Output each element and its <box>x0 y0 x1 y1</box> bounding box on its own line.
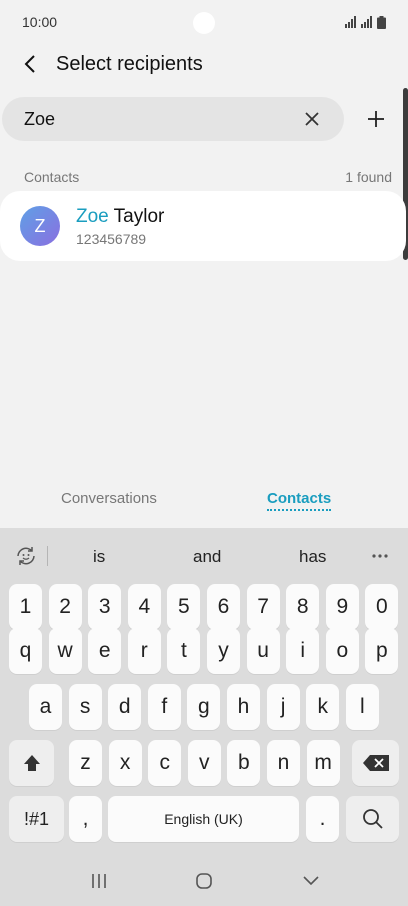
keyboard: is and has !#1 , English (UK) . 12345678… <box>0 528 408 906</box>
key-s[interactable]: s <box>68 684 102 730</box>
contact-name: Zoe Taylor <box>76 205 164 229</box>
home-button[interactable] <box>189 868 219 894</box>
key-p[interactable]: p <box>365 628 399 674</box>
key-z[interactable]: z <box>69 740 102 786</box>
key-5[interactable]: 5 <box>167 584 201 630</box>
key-m[interactable]: m <box>306 740 340 786</box>
status-time: 10:00 <box>22 14 58 30</box>
key-7[interactable]: 7 <box>246 584 280 630</box>
key-o[interactable]: o <box>325 628 359 674</box>
more-dots-icon <box>372 554 388 558</box>
back-arrow-icon <box>24 55 35 73</box>
clear-search-button[interactable] <box>300 107 324 131</box>
key-8[interactable]: 8 <box>286 584 320 630</box>
section-label: Contacts <box>24 169 80 185</box>
key-i[interactable]: i <box>286 628 320 674</box>
signal-icon <box>345 16 356 28</box>
close-icon <box>305 112 319 126</box>
avatar: Z <box>20 206 60 246</box>
key-w[interactable]: w <box>48 628 82 674</box>
search-row <box>0 97 408 141</box>
bottom-tabs: Conversations Contacts <box>0 482 408 522</box>
recent-apps-button[interactable] <box>84 868 114 894</box>
back-button[interactable] <box>10 44 50 84</box>
comma-key[interactable]: , <box>69 796 102 842</box>
contact-text: Zoe Taylor 123456789 <box>76 205 164 247</box>
shift-arrow-icon <box>23 755 40 771</box>
backspace-key[interactable] <box>352 740 399 786</box>
shift-key[interactable] <box>9 740 54 786</box>
contacts-section-header: Contacts 1 found <box>24 167 392 187</box>
suggestion-divider <box>47 546 48 566</box>
key-4[interactable]: 4 <box>127 584 161 630</box>
key-b[interactable]: b <box>227 740 261 786</box>
period-key[interactable]: . <box>306 796 339 842</box>
search-input[interactable] <box>24 108 284 130</box>
camera-cutout <box>193 12 215 34</box>
key-k[interactable]: k <box>306 684 340 730</box>
key-t[interactable]: t <box>167 628 201 674</box>
system-nav-bar <box>0 856 408 906</box>
app-header: Select recipients <box>0 44 408 84</box>
key-c[interactable]: c <box>148 740 182 786</box>
key-e[interactable]: e <box>88 628 122 674</box>
hide-keyboard-button[interactable] <box>296 868 326 894</box>
suggestion-bar: is and has <box>0 528 408 584</box>
key-f[interactable]: f <box>147 684 181 730</box>
suggestion-1[interactable]: is <box>93 547 105 567</box>
search-key[interactable] <box>346 796 399 842</box>
emoji-sticker-icon[interactable] <box>14 544 38 568</box>
key-6[interactable]: 6 <box>207 584 240 630</box>
key-2[interactable]: 2 <box>48 584 82 630</box>
key-u[interactable]: u <box>246 628 280 674</box>
key-1[interactable]: 1 <box>9 584 42 630</box>
tab-contacts[interactable]: Contacts <box>267 490 332 511</box>
key-l[interactable]: l <box>345 684 379 730</box>
key-0[interactable]: 0 <box>365 584 399 630</box>
more-options-button[interactable] <box>368 544 392 568</box>
status-icons <box>345 15 386 29</box>
home-icon <box>196 873 212 889</box>
refresh-face-icon <box>17 547 35 565</box>
search-icon <box>362 809 383 829</box>
signal-icon-2 <box>361 16 372 28</box>
result-count: 1 found <box>345 169 392 185</box>
battery-icon <box>377 15 386 29</box>
key-v[interactable]: v <box>187 740 221 786</box>
key-n[interactable]: n <box>267 740 300 786</box>
search-box[interactable] <box>2 97 344 141</box>
key-9[interactable]: 9 <box>325 584 359 630</box>
key-x[interactable]: x <box>108 740 142 786</box>
key-a[interactable]: a <box>29 684 62 730</box>
chevron-down-icon <box>303 876 319 886</box>
symbols-key[interactable]: !#1 <box>9 796 64 842</box>
suggestion-2[interactable]: and <box>193 547 221 567</box>
key-3[interactable]: 3 <box>88 584 122 630</box>
key-h[interactable]: h <box>227 684 260 730</box>
key-j[interactable]: j <box>266 684 300 730</box>
key-r[interactable]: r <box>127 628 161 674</box>
page-title: Select recipients <box>56 52 203 75</box>
contact-name-rest: Taylor <box>108 206 165 227</box>
key-g[interactable]: g <box>187 684 221 730</box>
contact-name-match: Zoe <box>76 206 109 227</box>
space-key[interactable]: English (UK) <box>108 796 299 842</box>
key-d[interactable]: d <box>108 684 142 730</box>
add-recipient-button[interactable] <box>362 105 390 133</box>
plus-icon <box>368 111 384 127</box>
key-q[interactable]: q <box>9 628 42 674</box>
suggestion-3[interactable]: has <box>299 547 326 567</box>
contact-result-item[interactable]: Z Zoe Taylor 123456789 <box>0 191 406 261</box>
contact-number: 123456789 <box>76 231 147 247</box>
backspace-icon <box>362 755 389 771</box>
recent-apps-icon <box>92 874 106 888</box>
tab-conversations[interactable]: Conversations <box>61 490 157 507</box>
key-y[interactable]: y <box>207 628 240 674</box>
